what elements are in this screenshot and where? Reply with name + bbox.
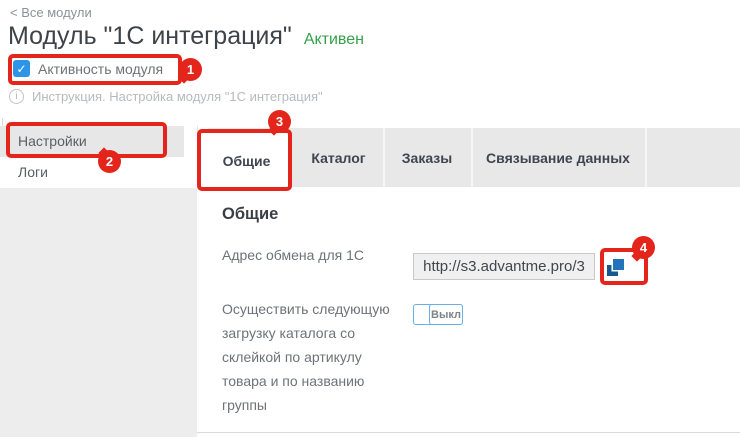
title-row: Модуль "1С интеграция" Активен: [8, 22, 364, 51]
sidebar-item-logs[interactable]: Логи: [0, 157, 184, 188]
exchange-address-label: Адрес обмена для 1С: [222, 243, 404, 267]
info-icon: [9, 89, 24, 104]
status-badge: Активен: [304, 31, 364, 49]
panel-heading: Общие: [222, 205, 278, 224]
sidebar-item-settings[interactable]: Настройки: [0, 126, 184, 157]
toggle-state-label: Выкл: [429, 304, 463, 325]
copy-icon: [607, 259, 624, 276]
module-activity-row: Активность модуля: [13, 60, 163, 77]
module-active-checkbox[interactable]: [13, 60, 30, 77]
sidebar-background: [0, 188, 197, 437]
annotation-marker-3: 3: [268, 110, 291, 133]
sidebar-content-divider: [197, 126, 198, 188]
tab-catalog[interactable]: Каталог: [294, 128, 383, 187]
annotation-marker-1: 1: [179, 58, 202, 81]
exchange-address-input[interactable]: [413, 253, 595, 280]
catalog-reload-label: Осуществить следующую загрузку каталога …: [222, 297, 404, 417]
instruction-text: Инструкция. Настройка модуля "1С интегра…: [32, 89, 323, 104]
tab-data-linking[interactable]: Связывание данных: [471, 128, 645, 187]
tab-separator: [645, 128, 647, 187]
annotation-marker-4: 4: [632, 236, 655, 259]
annotation-marker-2: 2: [98, 150, 121, 173]
page-title: Модуль "1С интеграция": [8, 22, 292, 51]
copy-button[interactable]: [607, 259, 624, 276]
catalog-reload-toggle[interactable]: Выкл: [413, 304, 463, 325]
settings-panel: Общие Адрес обмена для 1С Осуществить сл…: [197, 187, 740, 433]
instruction-row: Инструкция. Настройка модуля "1С интегра…: [9, 89, 323, 104]
module-settings-page: < Все модули Модуль "1С интеграция" Акти…: [0, 0, 740, 437]
back-to-modules-link[interactable]: < Все модули: [10, 5, 92, 20]
tab-general[interactable]: Общие: [202, 131, 291, 190]
module-active-label: Активность модуля: [38, 61, 163, 77]
tab-orders[interactable]: Заказы: [383, 128, 471, 187]
